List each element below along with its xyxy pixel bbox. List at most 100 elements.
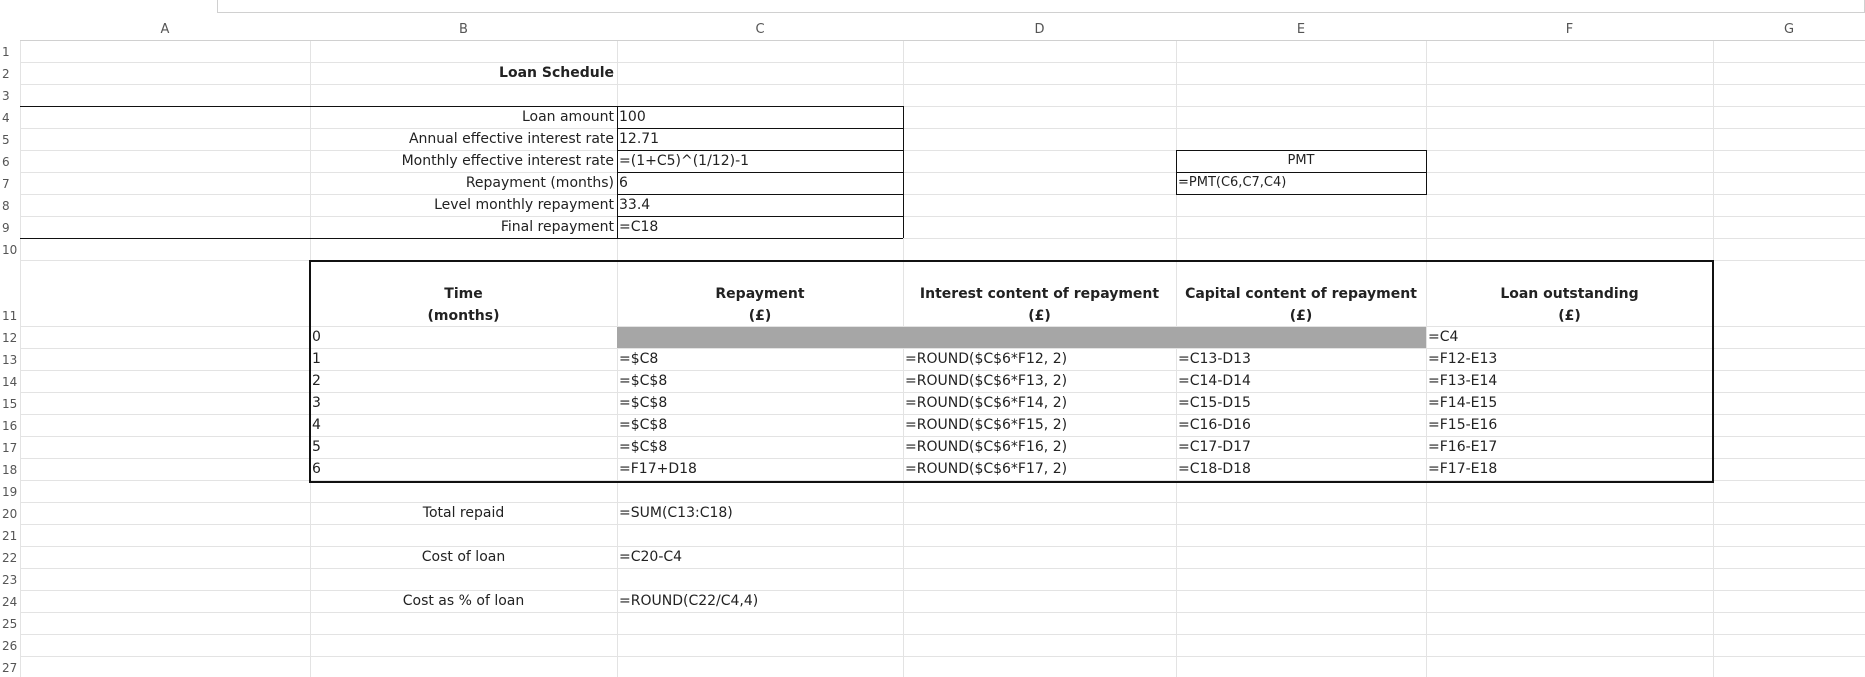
row-header[interactable]: 17 [0,441,20,455]
table-cell-time[interactable]: 2 [310,370,617,392]
table-cell-interest[interactable]: =ROUND($C$6*F13, 2) [903,370,1176,392]
row-header[interactable]: 7 [0,177,20,191]
table-cell-outstanding[interactable]: =F12-E13 [1426,348,1713,370]
table-cell-time[interactable]: 0 [310,326,617,348]
table-cell-repayment[interactable]: =$C$8 [617,414,903,436]
table-cell-outstanding[interactable]: =F13-E14 [1426,370,1713,392]
column-header-a[interactable]: A [20,22,310,37]
summary-value-total-repaid[interactable]: =SUM(C13:C18) [617,502,903,524]
row-header[interactable]: 2 [0,67,20,81]
header-interest-line1[interactable]: Interest content of repayment [903,283,1176,305]
input-value-repayment-months[interactable]: 6 [617,172,903,194]
table-cell-outstanding[interactable]: =F16-E17 [1426,436,1713,458]
table-cell-interest[interactable]: =ROUND($C$6*F14, 2) [903,392,1176,414]
row-header[interactable]: 26 [0,639,20,653]
row-header[interactable]: 14 [0,375,20,389]
table-cell-time[interactable]: 1 [310,348,617,370]
table-cell-repayment[interactable]: =$C$8 [617,392,903,414]
table-cell-interest[interactable]: =ROUND($C$6*F17, 2) [903,458,1176,480]
row-header[interactable]: 10 [0,243,20,257]
row-header[interactable]: 21 [0,529,20,543]
gridline [20,524,1865,525]
input-value-annual-rate[interactable]: 12.71 [617,128,903,150]
summary-label-cost-percent[interactable]: Cost as % of loan [310,590,617,612]
column-header-c[interactable]: C [617,22,903,37]
row-header[interactable]: 5 [0,133,20,147]
table-cell-outstanding[interactable]: =F14-E15 [1426,392,1713,414]
column-header-b[interactable]: B [310,22,617,37]
row-header[interactable]: 11 [0,309,20,323]
table-cell-time[interactable]: 5 [310,436,617,458]
pmt-formula[interactable]: =PMT(C6,C7,C4) [1176,172,1426,194]
table-cell-capital[interactable]: =C16-D16 [1176,414,1426,436]
input-value-level-repayment[interactable]: 33.4 [617,194,903,216]
column-header-d[interactable]: D [903,22,1176,37]
header-time-line1[interactable]: Time [310,283,617,305]
row-header[interactable]: 1 [0,45,20,59]
column-header-f[interactable]: F [1426,22,1713,37]
table-cell-interest[interactable]: =ROUND($C$6*F15, 2) [903,414,1176,436]
table-cell-capital[interactable]: =C18-D18 [1176,458,1426,480]
input-value-final-repayment[interactable]: =C18 [617,216,903,238]
input-label-level-repayment[interactable]: Level monthly repayment [310,194,617,216]
table-cell-interest[interactable]: =ROUND($C$6*F12, 2) [903,348,1176,370]
header-outstanding-line2[interactable]: (£) [1426,305,1713,327]
header-repayment-line2[interactable]: (£) [617,305,903,327]
table-cell-repayment[interactable]: =$C$8 [617,370,903,392]
table-cell-capital[interactable]: =C13-D13 [1176,348,1426,370]
table-cell-repayment[interactable]: =$C8 [617,348,903,370]
row-header[interactable]: 8 [0,199,20,213]
row-header[interactable]: 27 [0,661,20,675]
pmt-label[interactable]: PMT [1176,150,1426,172]
summary-label-cost-of-loan[interactable]: Cost of loan [310,546,617,568]
row-header[interactable]: 24 [0,595,20,609]
column-header-g[interactable]: G [1713,22,1865,37]
header-time-line2[interactable]: (months) [310,305,617,327]
table-cell-outstanding[interactable]: =C4 [1426,326,1713,348]
table-cell-capital[interactable]: =C14-D14 [1176,370,1426,392]
row-header[interactable]: 15 [0,397,20,411]
table-cell-interest[interactable]: =ROUND($C$6*F16, 2) [903,436,1176,458]
table-cell-capital[interactable]: =C15-D15 [1176,392,1426,414]
row-header[interactable]: 16 [0,419,20,433]
summary-label-total-repaid[interactable]: Total repaid [310,502,617,524]
summary-value-cost-of-loan[interactable]: =C20-C4 [617,546,903,568]
header-interest-line2[interactable]: (£) [903,305,1176,327]
input-label-repayment-months[interactable]: Repayment (months) [310,172,617,194]
summary-value-cost-percent[interactable]: =ROUND(C22/C4,4) [617,590,903,612]
input-label-annual-rate[interactable]: Annual effective interest rate [310,128,617,150]
table-cell-outstanding[interactable]: =F15-E16 [1426,414,1713,436]
row-header[interactable]: 25 [0,617,20,631]
row-header[interactable]: 4 [0,111,20,125]
row-header[interactable]: 13 [0,353,20,367]
table-cell-time[interactable]: 3 [310,392,617,414]
column-header-e[interactable]: E [1176,22,1426,37]
input-label-final-repayment[interactable]: Final repayment [310,216,617,238]
header-repayment-line1[interactable]: Repayment [617,283,903,305]
input-label-loan-amount[interactable]: Loan amount [310,106,617,128]
header-outstanding-line1[interactable]: Loan outstanding [1426,283,1713,305]
sheet-title[interactable]: Loan Schedule [310,62,617,84]
row-header[interactable]: 22 [0,551,20,565]
row-header[interactable]: 6 [0,155,20,169]
row-header[interactable]: 18 [0,463,20,477]
gridline [20,84,1865,85]
header-capital-line1[interactable]: Capital content of repayment [1176,283,1426,305]
row-header[interactable]: 3 [0,89,20,103]
header-capital-line2[interactable]: (£) [1176,305,1426,327]
input-label-monthly-rate[interactable]: Monthly effective interest rate [310,150,617,172]
gridline [20,41,21,677]
row-header[interactable]: 12 [0,331,20,345]
table-cell-repayment[interactable]: =$C$8 [617,436,903,458]
input-value-loan-amount[interactable]: 100 [617,106,903,128]
input-value-monthly-rate[interactable]: =(1+C5)^(1/12)-1 [617,150,903,172]
row-header[interactable]: 19 [0,485,20,499]
row-header[interactable]: 23 [0,573,20,587]
table-cell-outstanding[interactable]: =F17-E18 [1426,458,1713,480]
table-cell-repayment[interactable]: =F17+D18 [617,458,903,480]
table-cell-capital[interactable]: =C17-D17 [1176,436,1426,458]
table-cell-time[interactable]: 4 [310,414,617,436]
row-header[interactable]: 20 [0,507,20,521]
row-header[interactable]: 9 [0,221,20,235]
table-cell-time[interactable]: 6 [310,458,617,480]
